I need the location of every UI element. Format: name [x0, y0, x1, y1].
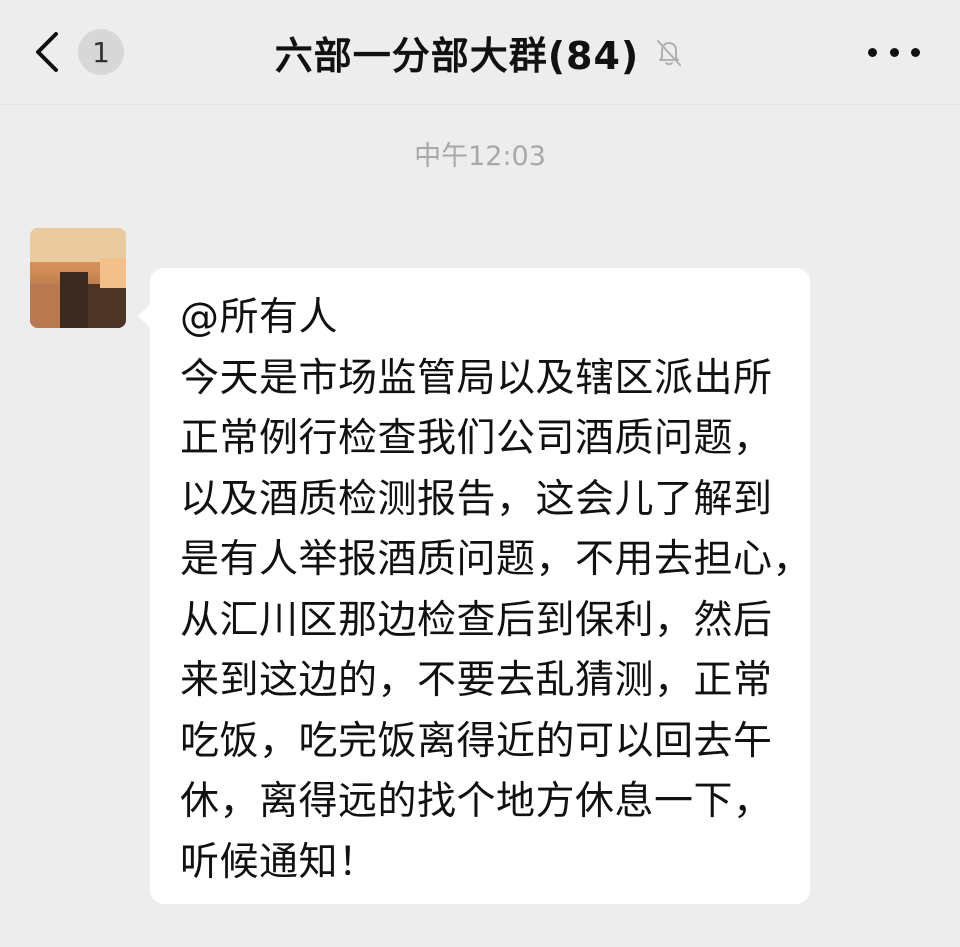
more-dots-icon: [889, 47, 899, 57]
message-line: 以及酒质检测报告，这会儿了解到: [180, 476, 773, 522]
message-timestamp: 中午12:03: [414, 141, 546, 172]
message-line: 来到这边的，不要去乱猜测，正常: [180, 658, 773, 703]
bell-off-icon: [657, 40, 682, 66]
more-dots-icon: [911, 47, 920, 57]
chat-title: 六部一分部大群(84): [274, 33, 640, 78]
message-line: 吃饭，吃完饭离得近的可以回去午: [180, 718, 773, 764]
message-text: @所有人 今天是市场监管局以及辖区派出所 正常例行检查我们公司酒质问题， 以及酒…: [180, 288, 813, 893]
sender-avatar[interactable]: [30, 228, 126, 328]
more-options-button[interactable]: [868, 34, 920, 70]
message-line: 听候通知！: [180, 839, 378, 885]
message-bubble[interactable]: @所有人 今天是市场监管局以及辖区派出所 正常例行检查我们公司酒质问题， 以及酒…: [138, 268, 813, 904]
message-line: 是有人举报酒质问题，不用去担心，: [180, 537, 813, 582]
top-nav-bar: 1 六部一分部大群(84): [0, 0, 960, 105]
back-button[interactable]: 1: [30, 24, 130, 80]
message-line: 今天是市场监管局以及辖区派出所: [180, 355, 773, 401]
message-line: @所有人: [180, 295, 339, 340]
message-line: 正常例行检查我们公司酒质问题，: [180, 416, 773, 461]
title-container: 六部一分部大群(84): [0, 22, 960, 82]
message-line: 休，离得远的找个地方休息一下，: [180, 779, 773, 824]
message-line: 从汇川区那边检查后到保利，然后: [180, 597, 773, 643]
more-dots-icon: [868, 47, 877, 57]
unread-count-badge: 1: [78, 29, 124, 75]
chevron-left-icon: [36, 32, 58, 72]
